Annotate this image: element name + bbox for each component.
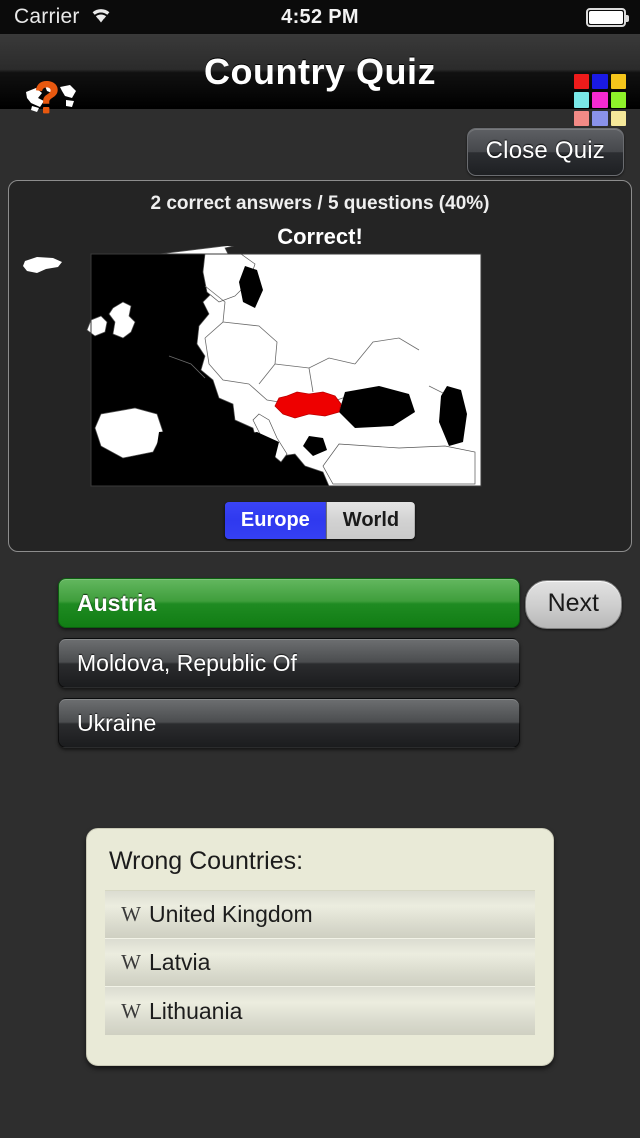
answer-option-2[interactable]: Ukraine (58, 698, 520, 748)
answer-label: Austria (77, 589, 157, 616)
page-title: Country Quiz (204, 50, 436, 92)
w-letter-icon: W (121, 998, 141, 1023)
carrier-label: Carrier (14, 5, 80, 28)
wrong-country-label: Latvia (149, 949, 211, 975)
nav-bar: Country Quiz (0, 34, 640, 126)
color-swatch (592, 74, 608, 90)
answer-option-1[interactable]: Moldova, Republic Of (58, 638, 520, 688)
color-swatch (574, 74, 590, 90)
score-label: 2 correct answers / 5 questions (40%) (150, 193, 490, 214)
list-item[interactable]: W United Kingdom (105, 891, 535, 939)
color-swatch (592, 110, 608, 126)
segment-world[interactable]: World (326, 502, 416, 539)
list-item[interactable]: W Latvia (105, 939, 535, 987)
wrong-countries-title: Wrong Countries: (109, 847, 304, 875)
answer-option-0[interactable]: Austria (58, 578, 520, 628)
wifi-icon (89, 6, 113, 29)
wrong-country-label: Lithuania (149, 997, 243, 1024)
region-segmented-control[interactable]: Europe World (224, 502, 416, 539)
wrong-countries-list: W United Kingdom W Latvia W Lithuania (105, 890, 535, 1035)
color-swatch (574, 110, 590, 126)
close-quiz-button[interactable]: Close Quiz (466, 128, 624, 176)
w-letter-icon: W (121, 902, 141, 926)
answer-label: Ukraine (77, 709, 157, 736)
color-grid-icon[interactable] (574, 74, 626, 126)
status-bar: Carrier 4:52 PM (0, 0, 640, 34)
color-swatch (574, 92, 590, 108)
answer-list: Austria Moldova, Republic Of Ukraine (58, 578, 520, 758)
segment-europe[interactable]: Europe (224, 502, 327, 539)
status-bar-left: Carrier (14, 5, 113, 29)
color-swatch (610, 110, 626, 126)
next-button[interactable]: Next (524, 580, 622, 629)
list-item[interactable]: W Lithuania (105, 987, 535, 1035)
wrong-country-label: United Kingdom (149, 901, 313, 927)
color-swatch (592, 92, 608, 108)
europe-map[interactable] (9, 246, 631, 491)
color-swatch (610, 74, 626, 90)
battery-full-icon (586, 7, 629, 27)
w-letter-icon: W (121, 950, 141, 974)
wrong-countries-panel: Wrong Countries: W United Kingdom W Latv… (86, 828, 554, 1066)
color-swatch (610, 92, 626, 108)
map-panel: 2 correct answers / 5 questions (40%) Co… (8, 180, 632, 552)
app-root: Carrier 4:52 PM Country Quiz Close Quiz … (0, 0, 640, 1138)
answer-label: Moldova, Republic Of (77, 649, 297, 676)
